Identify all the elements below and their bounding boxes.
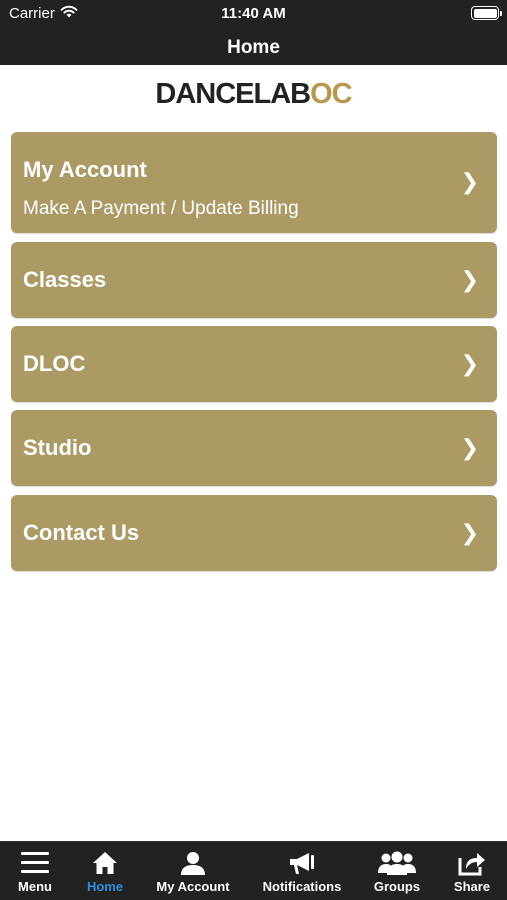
tab-home[interactable]: Home [70,842,140,900]
tab-label: Notifications [262,879,342,894]
megaphone-icon [290,853,314,874]
tab-label: My Account [156,879,230,894]
chevron-right-icon: ❯ [460,435,479,460]
menu-item-label: Studio [23,435,92,460]
battery-icon [471,6,502,20]
tab-share[interactable]: Share [440,842,504,900]
tab-label: Home [86,879,124,894]
top-bar: Carrier 11:40 AM Home [0,0,507,65]
status-bar: Carrier 11:40 AM [0,0,507,28]
menu-item-dloc[interactable]: DLOC ❯ [11,326,497,402]
home-icon [93,852,117,874]
logo-text-primary: DANCELAB [155,78,311,110]
menu-item-studio[interactable]: Studio ❯ [11,410,497,486]
share-icon [458,853,485,876]
menu-item-classes[interactable]: Classes ❯ [11,242,497,318]
logo-text-accent: OC [310,78,352,110]
tab-notifications[interactable]: Notifications [254,842,350,900]
menu-item-label: Contact Us [23,520,140,545]
page-title: Home [227,37,280,58]
chevron-right-icon: ❯ [460,169,479,194]
tab-groups[interactable]: Groups [362,842,432,900]
menu-item-label: Classes [23,267,107,292]
tab-menu[interactable]: Menu [0,842,70,900]
chevron-right-icon: ❯ [460,520,479,545]
menu-item-label: DLOC [23,351,86,376]
group-icon [378,851,416,875]
menu-item-my-account[interactable]: My Account Make A Payment / Update Billi… [11,132,497,233]
clock: 11:40 AM [221,5,286,22]
hamburger-icon [21,852,49,873]
menu-item-label: My Account [23,157,147,182]
menu-item-contact-us[interactable]: Contact Us ❯ [11,495,497,571]
chevron-right-icon: ❯ [460,267,479,292]
tab-label: Share [453,879,491,894]
tab-my-account[interactable]: My Account [150,842,236,900]
tab-label: Groups [373,879,421,894]
bottom-tab-bar: Menu Home My Account Notifications Group… [0,841,507,900]
user-icon [181,852,205,875]
dancelab-logo: DANCELABOC [0,78,507,111]
menu-item-subtitle: Make A Payment / Update Billing [23,198,299,219]
chevron-right-icon: ❯ [460,351,479,376]
tab-label: Menu [18,879,52,894]
